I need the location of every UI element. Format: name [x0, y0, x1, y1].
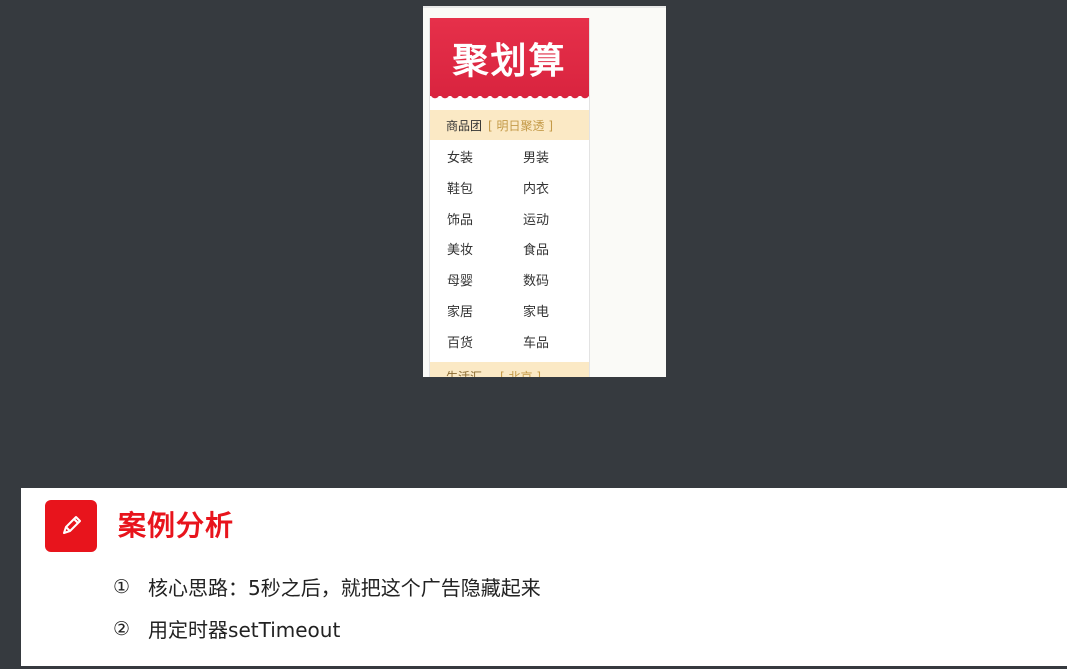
ad-title: 聚划算 [452, 40, 567, 82]
ad-screenshot: 聚划算 商品团 [ 明日聚透 ] 女装 男装 鞋包 内衣 饰品 运动 美妆 食品… [423, 6, 666, 377]
category-item[interactable]: 运动 [523, 206, 589, 237]
category-grid: 女装 男装 鞋包 内衣 饰品 运动 美妆 食品 母婴 数码 家居 家电 百货 车… [430, 140, 589, 360]
section-link[interactable]: [ 明日聚透 ] [488, 117, 553, 134]
category-item[interactable]: 食品 [523, 236, 589, 267]
divider [423, 6, 666, 8]
case-analysis-panel: 案例分析 ① 核心思路：5秒之后，就把这个广告隐藏起来 ② 用定时器setTim… [21, 488, 1067, 666]
point-number: ① [113, 575, 131, 598]
category-item[interactable]: 鞋包 [447, 175, 523, 206]
juhuasuan-ad: 聚划算 商品团 [ 明日聚透 ] 女装 男装 鞋包 内衣 饰品 运动 美妆 食品… [429, 18, 590, 377]
section-label: 商品团 [446, 118, 483, 133]
category-item[interactable]: 男装 [523, 144, 589, 175]
category-item[interactable]: 家电 [523, 298, 589, 329]
category-item[interactable]: 内衣 [523, 175, 589, 206]
point-text: 用定时器setTimeout [148, 618, 341, 642]
section-label: 生活汇 [446, 368, 482, 377]
scallop-edge [430, 94, 589, 102]
point-number: ② [113, 617, 131, 640]
analysis-point: ① 核心思路：5秒之后，就把这个广告隐藏起来 [113, 572, 541, 601]
category-item[interactable]: 家居 [447, 298, 523, 329]
category-item[interactable]: 美妆 [447, 236, 523, 267]
category-item[interactable]: 女装 [447, 144, 523, 175]
analysis-point: ② 用定时器setTimeout [113, 614, 340, 643]
pencil-icon [45, 500, 97, 552]
category-item[interactable]: 数码 [523, 267, 589, 298]
category-item[interactable]: 饰品 [447, 206, 523, 237]
category-item[interactable]: 车品 [523, 329, 589, 360]
category-item[interactable]: 母婴 [447, 267, 523, 298]
ad-banner: 聚划算 [430, 18, 589, 102]
category-item[interactable]: 百货 [447, 329, 523, 360]
panel-title: 案例分析 [118, 509, 235, 542]
section-header-life: 生活汇 [ 北京 ] [430, 361, 589, 377]
section-link[interactable]: [ 北京 ] [500, 368, 541, 377]
section-header-goods: 商品团 [ 明日聚透 ] [430, 110, 589, 140]
point-text: 核心思路：5秒之后，就把这个广告隐藏起来 [148, 576, 541, 600]
